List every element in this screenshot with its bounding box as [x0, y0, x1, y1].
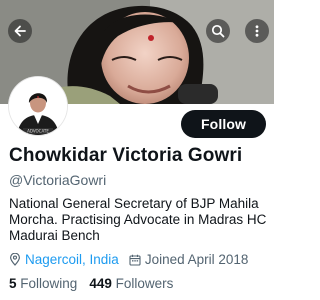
profile-counts: 5 Following 449 Followers — [9, 276, 173, 291]
avatar-photo: ADVOCATE — [9, 77, 67, 135]
profile-display-name: Chowkidar Victoria Gowri — [9, 145, 243, 166]
location-pin-icon — [9, 253, 21, 266]
arrow-left-icon — [14, 25, 26, 37]
more-button[interactable] — [245, 19, 269, 43]
back-button[interactable] — [8, 19, 32, 43]
following-link[interactable]: 5 Following — [9, 276, 77, 291]
svg-text:ADVOCATE: ADVOCATE — [27, 129, 49, 134]
profile-meta: Nagercoil, India Joined April 2018 — [9, 252, 248, 267]
followers-label: Followers — [115, 276, 174, 291]
following-count: 5 — [9, 276, 17, 291]
followers-link[interactable]: 449 Followers — [89, 276, 173, 291]
avatar[interactable]: ADVOCATE — [9, 77, 67, 135]
search-button[interactable] — [206, 19, 230, 43]
followers-count: 449 — [89, 276, 112, 291]
search-icon — [211, 24, 225, 38]
profile-bio: National General Secretary of BJP Mahila… — [9, 196, 267, 243]
profile-handle: @VictoriaGowri — [9, 172, 107, 188]
more-vertical-icon — [255, 25, 259, 37]
profile-joined-date: Joined April 2018 — [144, 252, 249, 267]
follow-button[interactable]: Follow — [181, 110, 266, 138]
following-label: Following — [20, 276, 78, 291]
profile-location-link[interactable]: Nagercoil, India — [25, 252, 119, 267]
calendar-icon — [129, 254, 141, 266]
